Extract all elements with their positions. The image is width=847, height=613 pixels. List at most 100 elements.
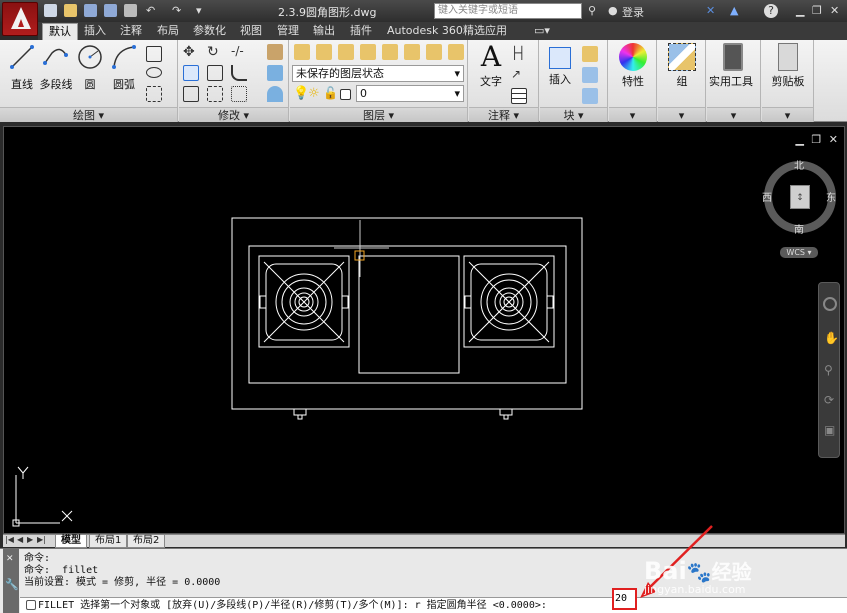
block-attribute-icon[interactable]	[582, 88, 598, 104]
unlock-icon[interactable]: 🔓	[323, 86, 339, 102]
move-icon[interactable]: ✥	[183, 44, 199, 60]
ellipse-icon[interactable]	[146, 67, 162, 78]
help-icon[interactable]: ?	[764, 4, 778, 18]
layer-freeze-icon[interactable]	[360, 44, 376, 60]
binoculars-icon[interactable]: ⚲	[588, 4, 596, 17]
sun-icon[interactable]: ☼	[308, 86, 324, 102]
orbit-icon[interactable]: ⟳	[824, 393, 834, 407]
save-icon[interactable]	[84, 4, 97, 17]
tab-view[interactable]: 视图	[234, 23, 268, 40]
application-menu-button[interactable]	[2, 2, 38, 36]
utilities-button[interactable]: 实用工具	[709, 43, 753, 89]
group-button[interactable]: 组	[662, 43, 702, 89]
annotation-panel-label[interactable]: 注释 ▾	[469, 107, 538, 122]
command-line-icon[interactable]	[26, 600, 36, 610]
fillet-icon[interactable]	[231, 65, 247, 81]
wcs-dropdown[interactable]: WCS ▾	[780, 247, 818, 258]
layer-properties-icon[interactable]	[294, 44, 310, 60]
leader-icon[interactable]: ↗	[511, 67, 527, 83]
tab-output[interactable]: 输出	[307, 23, 341, 40]
layer-isolate-icon[interactable]	[338, 44, 354, 60]
restore-icon[interactable]: ❐	[812, 4, 822, 17]
viewcube-top-face[interactable]: ↕	[790, 185, 810, 209]
utilities-panel-dropdown[interactable]: ▾	[707, 107, 760, 122]
tab-layout[interactable]: 布局	[151, 23, 185, 40]
lightbulb-icon[interactable]: 💡	[293, 86, 309, 102]
edit-block-icon[interactable]	[582, 67, 598, 83]
stretch-icon[interactable]	[183, 86, 199, 102]
text-tool-button[interactable]: A 文字	[471, 43, 511, 89]
layers-panel-label[interactable]: 图层 ▾	[290, 107, 467, 122]
minimize-icon[interactable]: ▁	[796, 4, 804, 17]
insert-block-button[interactable]: 插入	[540, 43, 580, 87]
clipboard-button[interactable]: 剪贴板	[768, 43, 808, 89]
tab-scroll-next[interactable]: ▶	[27, 535, 33, 544]
layer-state-dropdown[interactable]: 未保存的图层状态 ▾	[292, 65, 464, 82]
layer-walk-icon[interactable]	[448, 44, 464, 60]
offset-icon[interactable]	[267, 86, 283, 102]
create-block-icon[interactable]	[582, 46, 598, 62]
close-command-icon[interactable]: ✕	[6, 554, 14, 564]
pan-icon[interactable]: ✋	[824, 331, 839, 345]
scale-icon[interactable]	[207, 86, 223, 102]
current-layer-dropdown[interactable]: 0 ▾	[356, 85, 464, 102]
a360-icon[interactable]: ▲	[730, 4, 738, 17]
tab-model[interactable]: 模型	[55, 535, 87, 548]
close-icon[interactable]: ✕	[830, 4, 839, 17]
tab-manage[interactable]: 管理	[271, 23, 305, 40]
tab-annotate[interactable]: 注释	[114, 23, 148, 40]
zoom-icon[interactable]: ⚲	[824, 363, 833, 377]
rotate-icon[interactable]: ↻	[207, 44, 223, 60]
properties-button[interactable]: 特性	[613, 43, 653, 89]
layer-match-icon[interactable]	[404, 44, 420, 60]
dimension-icon[interactable]: ├┤	[511, 46, 527, 62]
tab-plugins[interactable]: 插件	[344, 23, 378, 40]
layer-off-icon[interactable]	[316, 44, 332, 60]
tab-insert[interactable]: 插入	[78, 23, 112, 40]
command-line[interactable]: FILLET 选择第一个对象或 [放弃(U)/多段线(P)/半径(R)/修剪(T…	[20, 597, 847, 613]
modify-panel-label[interactable]: 修改 ▾	[179, 107, 288, 122]
tab-parametric[interactable]: 参数化	[187, 23, 232, 40]
explode-icon[interactable]	[267, 65, 283, 81]
steering-wheel-icon[interactable]	[823, 297, 837, 311]
customize-command-icon[interactable]: 🔧	[5, 578, 19, 591]
search-input[interactable]: 键入关键字或短语	[434, 3, 582, 19]
navigation-bar[interactable]: ✋ ⚲ ⟳ ▣	[818, 282, 840, 458]
arc-tool-button[interactable]: 圆弧	[104, 43, 144, 92]
compass-east[interactable]: 东	[826, 189, 836, 204]
tab-layout2[interactable]: 布局2	[127, 535, 166, 548]
ribbon-options-icon[interactable]: ▭▾	[528, 23, 556, 40]
tab-scroll-prev[interactable]: ◀	[17, 535, 23, 544]
tab-scroll-last[interactable]: ▶|	[37, 535, 46, 544]
tab-home[interactable]: 默认	[42, 23, 78, 40]
print-icon[interactable]	[124, 4, 137, 17]
new-file-icon[interactable]	[44, 4, 57, 17]
login-link[interactable]: 登录	[622, 4, 644, 20]
drawing-canvas[interactable]: ▁ ❐ ✕ Y X ↕ 北 南 西 东 WCS ▾ ✋ ⚲ ⟳ ▣	[3, 126, 845, 534]
tab-scroll-first[interactable]: |◀	[5, 535, 14, 544]
workspace-dropdown-icon[interactable]: ▾	[196, 4, 202, 17]
compass-north[interactable]: 北	[794, 157, 804, 172]
exchange-icon[interactable]: ✕	[706, 4, 715, 17]
command-window-handle[interactable]: ✕ 🔧	[3, 548, 19, 613]
group-panel-dropdown[interactable]: ▾	[658, 107, 705, 122]
command-input-value[interactable]: 20	[612, 588, 637, 610]
tab-layout1[interactable]: 布局1	[89, 535, 128, 548]
tab-featured-apps[interactable]: 精选应用	[457, 23, 513, 40]
showmotion-icon[interactable]: ▣	[824, 423, 835, 437]
block-panel-label[interactable]: 块 ▾	[540, 107, 607, 122]
tab-autodesk-360[interactable]: Autodesk 360	[381, 23, 469, 40]
compass-south[interactable]: 南	[794, 221, 804, 236]
layer-lock-icon[interactable]	[382, 44, 398, 60]
clipboard-panel-dropdown[interactable]: ▾	[762, 107, 813, 122]
layer-current-icon[interactable]	[426, 44, 442, 60]
rectangle-icon[interactable]	[146, 46, 162, 62]
user-icon[interactable]: ●	[608, 4, 618, 17]
redo-icon[interactable]: ↷	[172, 4, 181, 17]
open-file-icon[interactable]	[64, 4, 77, 17]
array-icon[interactable]	[231, 86, 247, 102]
save-as-icon[interactable]	[104, 4, 117, 17]
table-icon[interactable]	[511, 88, 527, 104]
copy-icon[interactable]	[183, 65, 199, 81]
trim-icon[interactable]: -/-	[231, 44, 247, 60]
